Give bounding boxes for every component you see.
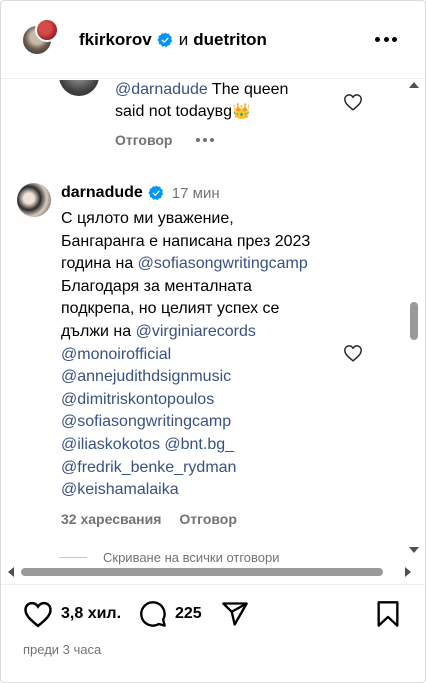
mention-link[interactable]: @sofiasongwritingcamp bbox=[138, 255, 308, 272]
vertical-scrollbar[interactable] bbox=[407, 80, 421, 560]
post-timestamp[interactable]: преди 3 часа bbox=[23, 642, 101, 657]
collab-avatars[interactable] bbox=[21, 18, 59, 60]
comment-line: дължи на @virginiarecords bbox=[61, 322, 256, 340]
comment-meta: 32 харесвания Отговор bbox=[61, 511, 237, 527]
author-link-2[interactable]: duetriton bbox=[193, 30, 267, 50]
post-panel: fkirkorov и duetriton @darnadude The que… bbox=[0, 0, 426, 683]
comment-line: година на @sofiasongwritingcamp bbox=[61, 255, 308, 273]
comments-list: @darnadude The queen said not todayвg👑 О… bbox=[1, 80, 425, 576]
comment-icon[interactable] bbox=[139, 600, 167, 628]
reply-meta: Отговор bbox=[115, 132, 215, 148]
more-options-icon[interactable] bbox=[375, 29, 397, 49]
post-header: fkirkorov и duetriton bbox=[1, 1, 425, 79]
mention-link[interactable]: @virginiarecords bbox=[136, 323, 256, 340]
avatar[interactable] bbox=[17, 183, 51, 217]
comment-header: darnadude 17 мин bbox=[61, 184, 220, 202]
mention-link[interactable]: @darnadude bbox=[115, 81, 208, 98]
scroll-right-icon[interactable] bbox=[405, 567, 411, 577]
mention-link[interactable]: @keishamalaika bbox=[61, 479, 351, 502]
save-button[interactable] bbox=[375, 600, 401, 628]
reply-text: @darnadude The queen said not todayвg👑 bbox=[115, 81, 289, 120]
heart-icon[interactable] bbox=[23, 600, 53, 628]
bookmark-icon[interactable] bbox=[375, 600, 401, 628]
mention-link[interactable]: @fredrik_benke_rydman bbox=[61, 457, 351, 480]
horizontal-scrollbar[interactable] bbox=[7, 565, 415, 579]
mention-link[interactable]: @annejudithdsignmusic bbox=[61, 366, 351, 389]
mention-link[interactable]: @monoirofficial bbox=[61, 344, 351, 367]
share-button[interactable] bbox=[221, 600, 249, 628]
conjunction: и bbox=[178, 30, 189, 49]
verified-badge-icon bbox=[148, 185, 163, 201]
scroll-down-icon[interactable] bbox=[409, 547, 419, 553]
crown-emoji: 👑 bbox=[232, 103, 251, 120]
share-icon[interactable] bbox=[221, 600, 249, 628]
scroll-left-icon[interactable] bbox=[8, 567, 14, 577]
likes-count[interactable]: 3,8 хил. bbox=[61, 605, 121, 623]
avatar[interactable] bbox=[59, 80, 99, 96]
comment-line: Бангаранга е написана през 2023 bbox=[61, 232, 311, 250]
comment-time[interactable]: 17 мин bbox=[172, 185, 220, 202]
comment-body: С цялото ми уважение, Бангаранга е напис… bbox=[61, 208, 351, 502]
scrollbar-thumb[interactable] bbox=[410, 302, 418, 340]
divider bbox=[59, 557, 87, 558]
avatar[interactable] bbox=[35, 18, 59, 42]
scroll-up-icon[interactable] bbox=[409, 82, 419, 88]
comment-line: С цялото ми уважение, bbox=[61, 210, 234, 227]
comments-count[interactable]: 225 bbox=[175, 605, 202, 623]
like-button[interactable]: 3,8 хил. bbox=[23, 600, 121, 628]
comment-button[interactable]: 225 bbox=[139, 600, 202, 628]
comment-line: подкрепа, но целият успех се bbox=[61, 300, 280, 318]
author-link-1[interactable]: fkirkorov bbox=[79, 30, 152, 50]
verified-badge-icon bbox=[157, 32, 172, 48]
mention-link[interactable]: @dimitriskontopoulos bbox=[61, 389, 351, 412]
likes-count-button[interactable]: 32 харесвания bbox=[61, 511, 161, 527]
mention-link[interactable]: @iliaskokotos @bnt.bg_ bbox=[61, 434, 351, 457]
hide-replies-button[interactable]: Скриване на всички отговори bbox=[59, 550, 280, 565]
heart-icon[interactable] bbox=[343, 344, 363, 362]
reply-button[interactable]: Отговор bbox=[179, 511, 236, 527]
comment-line: Благодаря за менталната bbox=[61, 277, 252, 295]
scrollbar-thumb[interactable] bbox=[21, 568, 383, 576]
post-authors: fkirkorov и duetriton bbox=[79, 30, 267, 50]
comment-username[interactable]: darnadude bbox=[61, 184, 143, 202]
heart-icon[interactable] bbox=[343, 93, 363, 111]
comment-options-icon[interactable] bbox=[196, 138, 215, 142]
reply-button[interactable]: Отговор bbox=[115, 132, 172, 148]
mention-link[interactable]: @sofiasongwritingcamp bbox=[61, 411, 351, 434]
post-actions: 3,8 хил. 225 преди 3 часа bbox=[1, 584, 425, 682]
